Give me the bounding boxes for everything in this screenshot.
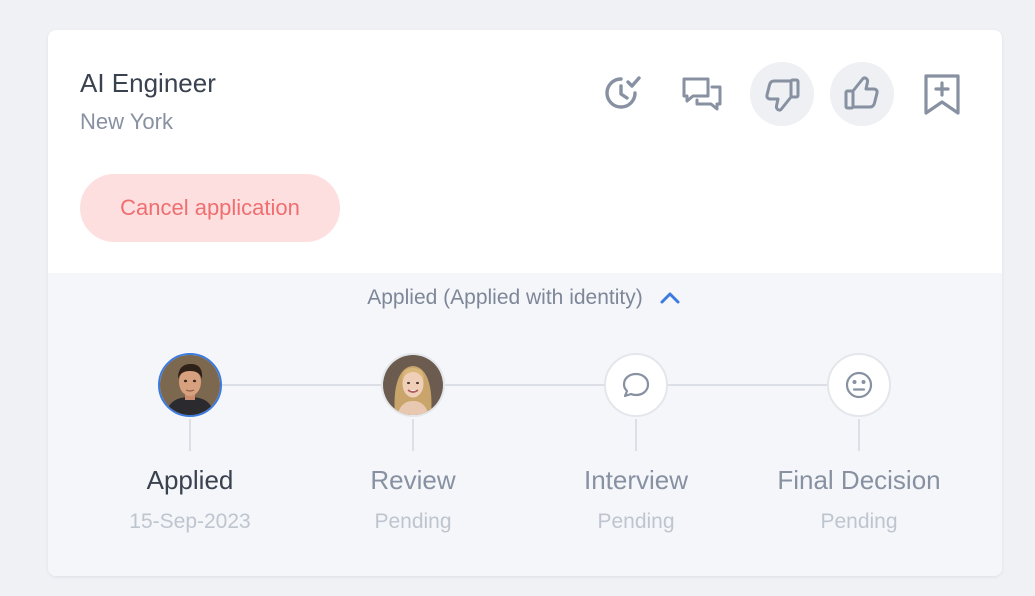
status-toggle[interactable]: Applied (Applied with identity) [48,285,1002,311]
step-label: Final Decision [777,465,941,495]
step-date: 15-Sep-2023 [129,510,251,533]
job-location: New York [80,109,173,134]
schedule-button[interactable] [590,62,654,126]
job-title: AI Engineer [80,68,216,98]
step-final-decision: Final Decision Pending [754,353,964,534]
step-label: Applied [146,465,234,495]
step-label: Interview [583,465,689,495]
step-review: Review Pending [308,353,518,534]
step-status: Pending [374,510,452,533]
avatar-female-icon [383,355,443,415]
like-button[interactable] [830,62,894,126]
chat-icon [682,77,722,111]
step-label: Review [370,465,456,495]
step-icon-circle [604,353,668,417]
action-bar [590,62,974,126]
thumbs-up-icon [844,76,879,110]
bookmark-add-icon [924,74,960,115]
step-connector [412,419,414,451]
step-applied: Applied 15-Sep-2023 [85,353,295,534]
save-button[interactable] [910,62,974,126]
avatar-male-icon [160,355,220,415]
avatar [381,353,445,417]
step-connector [635,419,637,451]
step-interview: Interview Pending [531,353,741,534]
status-text: Applied (Applied with identity) [367,286,643,309]
step-connector [858,419,860,451]
schedule-icon [605,76,641,109]
chevron-up-icon [660,292,680,304]
step-connector [189,419,191,451]
thumbs-down-icon [765,78,800,112]
speech-bubble-icon [622,372,650,398]
cancel-application-button[interactable]: Cancel application [80,174,340,242]
step-icon-circle [827,353,891,417]
application-pipeline: Applied (Applied with identity) Applied … [48,273,1002,576]
step-status: Pending [597,510,675,533]
dislike-button[interactable] [750,62,814,126]
job-application-card: AI Engineer New York Cancel application … [48,30,1002,576]
step-status: Pending [820,510,898,533]
neutral-face-icon [845,371,873,399]
message-button[interactable] [670,62,734,126]
avatar [158,353,222,417]
